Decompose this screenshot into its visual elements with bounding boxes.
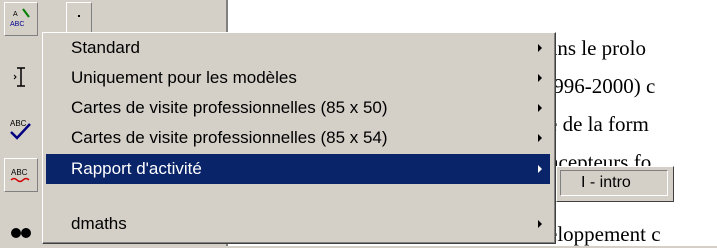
svg-text:A: A (13, 11, 18, 18)
left-toolbar: A ABC ABC ABC (0, 0, 44, 246)
styles-menu: Standard Uniquement pour les modèles Car… (42, 32, 556, 244)
submenu-item-label: I - intro (581, 174, 631, 191)
document-line: éloppement c (548, 222, 661, 246)
submenu-arrow-icon (538, 44, 542, 52)
text-cursor-icon[interactable] (4, 60, 38, 94)
menu-item-standard[interactable]: Standard (46, 33, 550, 63)
rapport-submenu: I - intro (556, 166, 674, 202)
menu-item-label: dmaths (71, 214, 127, 233)
menu-item-uniquement-modeles[interactable]: Uniquement pour les modèles (46, 63, 550, 93)
submenu-arrow-icon (538, 220, 542, 228)
svg-text:ABC: ABC (10, 21, 24, 28)
submenu-arrow-icon (538, 104, 542, 112)
menu-item-cartes-85x50[interactable]: Cartes de visite professionnelles (85 x … (46, 93, 550, 123)
document-line: .996-2000) c (548, 74, 656, 98)
menu-item-cartes-85x54[interactable]: Cartes de visite professionnelles (85 x … (46, 123, 550, 153)
submenu-item-intro[interactable]: I - intro (560, 170, 668, 196)
spellcheck-icon[interactable]: ABC (4, 112, 38, 146)
autocorrect-icon[interactable]: ABC (4, 158, 38, 192)
find-icon[interactable] (4, 214, 38, 248)
menu-item-dmaths[interactable]: dmaths (46, 209, 550, 239)
menu-item-label: Cartes de visite professionnelles (85 x … (71, 98, 388, 117)
document-line: ans le prolo (548, 36, 646, 60)
menu-item-label: Cartes de visite professionnelles (85 x … (71, 128, 388, 147)
abc-style-icon[interactable]: A ABC (4, 2, 38, 36)
dot-icon (78, 15, 80, 17)
svg-text:ABC: ABC (11, 168, 28, 177)
menu-item-label: Rapport d'activité (71, 159, 202, 178)
menu-item-label: Uniquement pour les modèles (71, 68, 297, 87)
submenu-arrow-icon (538, 134, 542, 142)
menu-item-label: Standard (71, 38, 140, 57)
submenu-arrow-icon (538, 165, 542, 173)
document-line: e de la form (548, 112, 649, 136)
submenu-arrow-icon (538, 74, 542, 82)
menu-item-rapport-activite[interactable]: Rapport d'activité (46, 154, 550, 184)
svg-text:ABC: ABC (10, 119, 27, 128)
